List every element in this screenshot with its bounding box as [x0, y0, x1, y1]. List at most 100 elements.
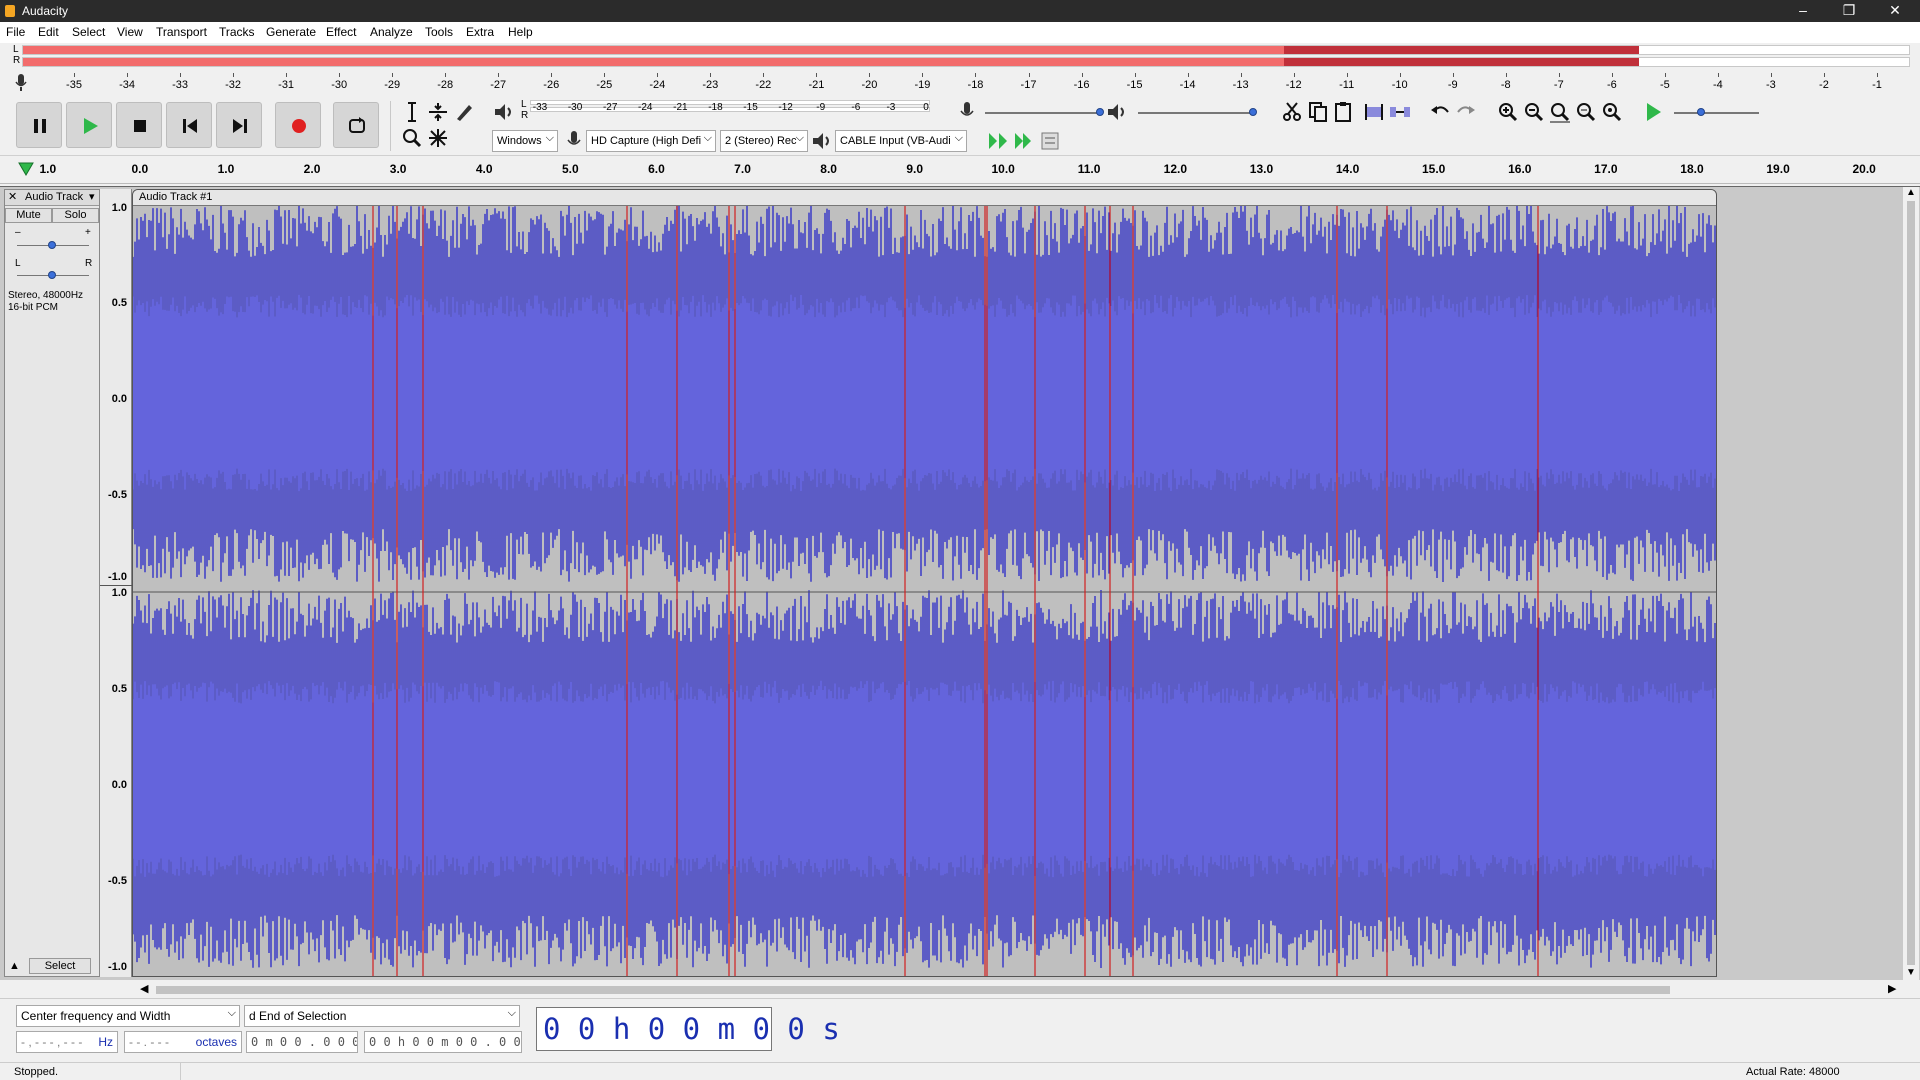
sync-lock-icon[interactable] — [986, 129, 1010, 153]
track-control-panel: ✕ Audio Track ▾ Mute Solo – + L R Stereo… — [4, 189, 100, 977]
fit-selection-icon[interactable] — [1548, 100, 1572, 124]
close-window-button[interactable]: ✕ — [1872, 0, 1918, 22]
playback-device-select[interactable]: CABLE Input (VB-Audi — [835, 130, 967, 152]
recording-channels-select[interactable]: 2 (Stereo) Rec — [720, 130, 808, 152]
silence-audio-icon[interactable] — [1388, 100, 1412, 124]
center-frequency-field[interactable]: - , - - - , - - - Hz — [16, 1031, 118, 1053]
horizontal-scrollbar[interactable]: ◀ ▶ — [132, 982, 1903, 998]
menu-analyze[interactable]: Analyze — [370, 25, 413, 39]
zoom-out-icon[interactable] — [1522, 100, 1546, 124]
vertical-scrollbar[interactable]: ▲ ▼ — [1903, 187, 1919, 981]
selection-tool-icon[interactable] — [400, 100, 424, 124]
menu-help[interactable]: Help — [508, 25, 533, 39]
close-track-icon[interactable]: ✕ — [8, 190, 17, 205]
fit-project-icon[interactable] — [1574, 100, 1598, 124]
cut-icon[interactable] — [1280, 100, 1304, 124]
redo-icon[interactable] — [1454, 100, 1478, 124]
pause-button[interactable] — [16, 102, 62, 148]
waveform-rms — [133, 680, 1716, 878]
menu-tools[interactable]: Tools — [425, 25, 453, 39]
track-menu-icon[interactable]: ▾ — [89, 190, 95, 205]
trim-audio-icon[interactable] — [1362, 100, 1386, 124]
selection-end-field[interactable]: 0 0 h 0 0 m 0 0 . 0 0 0 s — [364, 1031, 522, 1053]
scroll-down-icon[interactable]: ▼ — [1906, 967, 1916, 978]
envelope-tool-icon[interactable] — [426, 100, 450, 124]
menu-edit[interactable]: Edit — [38, 25, 59, 39]
restore-button[interactable]: ❐ — [1826, 0, 1872, 22]
menu-extra[interactable]: Extra — [466, 25, 494, 39]
labels-icon[interactable] — [1038, 129, 1062, 153]
audio-position-display[interactable]: 0 0 h 0 0 m 0 0 s — [536, 1007, 840, 1051]
timeline-ruler[interactable]: 1.0 0.0 1.0 2.0 3.0 4.0 5.0 6.0 7.0 8.0 9.0 10.0 11.… — [0, 156, 1920, 184]
solo-button[interactable]: Solo — [52, 208, 99, 223]
recording-device-select[interactable]: HD Capture (High Defi — [586, 130, 716, 152]
zoom-toggle-icon[interactable] — [1600, 100, 1624, 124]
paste-icon[interactable] — [1332, 100, 1356, 124]
menu-tracks[interactable]: Tracks — [219, 25, 255, 39]
audio-clip[interactable]: Audio Track #1 — [132, 189, 1717, 977]
zoom-tool-icon[interactable] — [400, 126, 424, 150]
play-speed-slider[interactable] — [1674, 112, 1759, 114]
selection-toolbar: Center frequency and Width d End of Sele… — [0, 998, 1920, 1062]
play-head-icon[interactable] — [18, 162, 34, 176]
undo-icon[interactable] — [1428, 100, 1452, 124]
track-name-bar[interactable]: ✕ Audio Track ▾ — [5, 190, 99, 206]
menu-view[interactable]: View — [117, 25, 143, 39]
scroll-up-icon[interactable]: ▲ — [1906, 187, 1916, 198]
pan-knob[interactable] — [48, 271, 56, 279]
speaker-icon[interactable] — [492, 100, 516, 124]
recording-volume-slider[interactable] — [985, 112, 1100, 114]
horizontal-scroll-thumb[interactable] — [156, 986, 1670, 994]
menu-select[interactable]: Select — [72, 25, 105, 39]
multi-tool-icon[interactable] — [426, 126, 450, 150]
snap-icon[interactable] — [1012, 129, 1036, 153]
copy-icon[interactable] — [1306, 100, 1330, 124]
meter-tick-mark — [604, 73, 606, 77]
track-area[interactable]: ✕ Audio Track ▾ Mute Solo – + L R Stereo… — [0, 186, 1920, 981]
draw-tool-icon[interactable] — [452, 100, 476, 124]
stop-button[interactable] — [116, 102, 162, 148]
skip-to-start-button[interactable] — [166, 102, 212, 148]
recording-volume-knob[interactable] — [1096, 108, 1104, 116]
meter-channel-left-label: L — [13, 44, 19, 55]
bandwidth-field[interactable]: - - . - - - octaves — [124, 1031, 242, 1053]
menu-generate[interactable]: Generate — [266, 25, 316, 39]
meter-tick-mark — [922, 73, 924, 77]
scroll-right-icon[interactable]: ▶ — [1888, 982, 1896, 995]
mute-button[interactable]: Mute — [5, 208, 52, 223]
skip-to-end-button[interactable] — [216, 102, 262, 148]
meter-tick-label: -35 — [66, 79, 82, 91]
meter-right-channel[interactable] — [22, 57, 1910, 67]
selection-mode-select[interactable]: d End of Selection — [244, 1005, 520, 1027]
host-select[interactable]: Windows — [492, 130, 558, 152]
play-at-speed-icon[interactable] — [1642, 100, 1666, 124]
menu-file[interactable]: File — [6, 25, 25, 39]
menu-transport[interactable]: Transport — [156, 25, 207, 39]
selection-start-field[interactable]: 0 m 0 0 . 0 0 0 s — [246, 1031, 358, 1053]
playback-meter[interactable]: -33 -30 -27 -24 -21 -18 -15 -12 -9 -6 -3 0 — [530, 100, 938, 122]
timeline-label: 4.0 — [475, 162, 493, 176]
minimize-button[interactable]: – — [1780, 0, 1826, 22]
scroll-left-icon[interactable]: ◀ — [140, 982, 148, 995]
zoom-in-icon[interactable] — [1496, 100, 1520, 124]
loop-button[interactable] — [333, 102, 379, 148]
waveform[interactable] — [133, 206, 1717, 977]
spectral-mode-select[interactable]: Center frequency and Width — [16, 1005, 240, 1027]
frequency-unit[interactable]: Hz — [98, 1032, 113, 1052]
select-track-button[interactable]: Select — [29, 958, 91, 974]
meter-tick-mark — [1770, 73, 1772, 77]
bandwidth-unit[interactable]: octaves — [196, 1032, 237, 1052]
collapse-track-icon[interactable]: ▲ — [9, 960, 20, 972]
meter-tick-mark — [1240, 73, 1242, 77]
playback-volume-knob[interactable] — [1249, 108, 1257, 116]
gain-knob[interactable] — [48, 241, 56, 249]
menu-effect[interactable]: Effect — [326, 25, 356, 39]
meter-left-channel[interactable] — [22, 45, 1910, 55]
playback-volume-slider[interactable] — [1138, 112, 1253, 114]
meter-tick-mark — [1505, 73, 1507, 77]
record-button[interactable] — [275, 102, 321, 148]
timeline-label: 16.0 — [1508, 162, 1532, 176]
clip-title[interactable]: Audio Track #1 — [133, 190, 1716, 206]
play-button[interactable] — [66, 102, 112, 148]
play-speed-knob[interactable] — [1697, 108, 1705, 116]
